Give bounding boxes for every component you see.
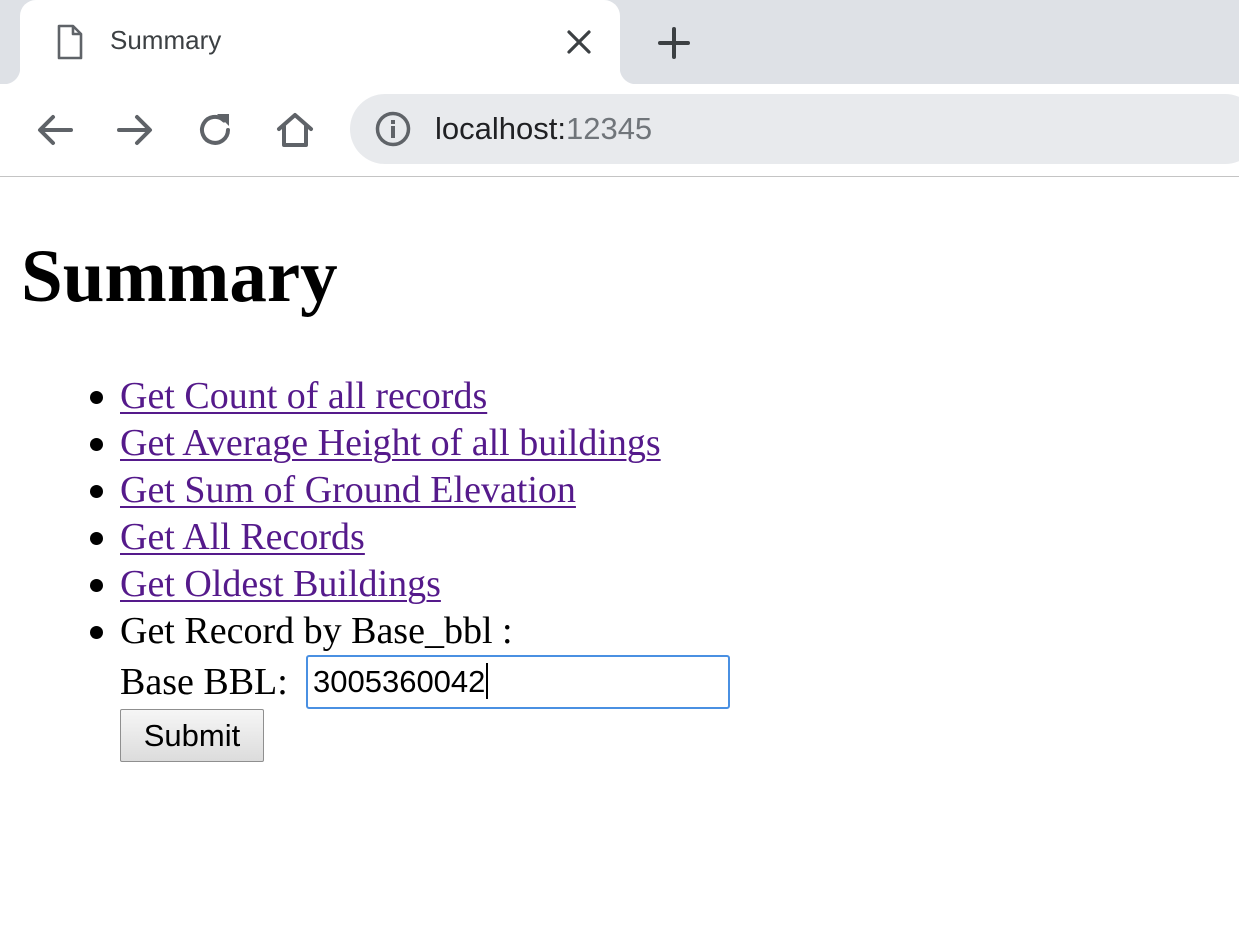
- browser-toolbar: localhost:12345: [0, 84, 1239, 176]
- bbl-field-label: Base BBL:: [120, 661, 288, 703]
- link-oldest-buildings[interactable]: Get Oldest Buildings: [120, 563, 441, 605]
- bullet: [90, 391, 103, 404]
- close-icon[interactable]: [565, 28, 593, 56]
- list-item: Get Oldest Buildings: [90, 561, 1120, 608]
- list-item: Get Record by Base_bbl : Base BBL: 30053…: [90, 608, 1120, 762]
- bbl-form-row: Base BBL: 3005360042: [120, 655, 1120, 709]
- page-icon: [57, 24, 83, 60]
- page-title: Summary: [21, 235, 338, 318]
- link-all-records[interactable]: Get All Records: [120, 516, 365, 558]
- summary-link-list: Get Count of all records Get Average Hei…: [90, 373, 1120, 762]
- bullet: [90, 579, 103, 592]
- plus-icon[interactable]: [656, 25, 692, 61]
- bullet: [90, 532, 103, 545]
- tab-title: Summary: [110, 25, 222, 55]
- list-item: Get Count of all records: [90, 373, 1120, 420]
- tab-strip: Summary: [0, 0, 1239, 84]
- bbl-input[interactable]: 3005360042: [306, 655, 730, 709]
- link-average-height[interactable]: Get Average Height of all buildings: [120, 422, 661, 464]
- address-bar[interactable]: localhost:12345: [350, 94, 1239, 164]
- browser-tab[interactable]: Summary: [4, 0, 636, 84]
- submit-button[interactable]: Submit: [120, 709, 264, 762]
- toolbar-divider: [0, 176, 1239, 177]
- bullet: [90, 438, 103, 451]
- list-item: Get Sum of Ground Elevation: [90, 467, 1120, 514]
- list-item: Get Average Height of all buildings: [90, 420, 1120, 467]
- home-icon[interactable]: [273, 108, 317, 152]
- url-port: 12345: [565, 111, 653, 146]
- link-sum-elevation[interactable]: Get Sum of Ground Elevation: [120, 469, 576, 511]
- reload-icon[interactable]: [193, 108, 237, 152]
- arrow-left-icon[interactable]: [33, 108, 77, 152]
- bullet: [90, 626, 103, 639]
- url-text[interactable]: localhost:12345: [435, 110, 652, 148]
- list-item: Get All Records: [90, 514, 1120, 561]
- arrow-right-icon[interactable]: [113, 108, 157, 152]
- bbl-input-value: 3005360042: [313, 664, 486, 699]
- info-icon[interactable]: [374, 110, 412, 148]
- url-host: localhost:: [435, 111, 566, 146]
- record-by-bbl-label: Get Record by Base_bbl :: [120, 610, 513, 652]
- link-count-records[interactable]: Get Count of all records: [120, 375, 487, 417]
- text-caret: [486, 663, 489, 699]
- bullet: [90, 485, 103, 498]
